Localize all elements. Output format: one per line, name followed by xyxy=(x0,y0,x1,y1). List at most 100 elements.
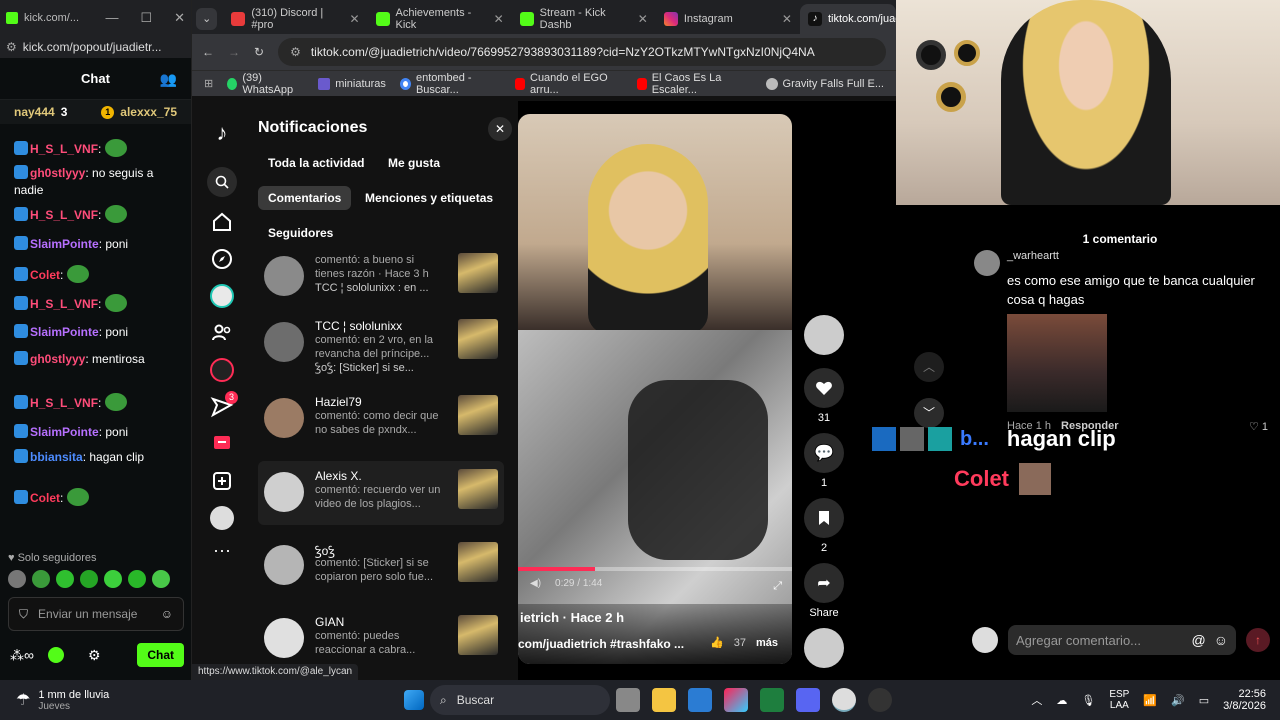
notification-item[interactable]: TCC ¦ sololunixx comentó: en 2 vro, en l… xyxy=(258,311,504,375)
chat-username[interactable]: Colet xyxy=(30,491,60,505)
bookmark-entombed[interactable]: entombed - Buscar... xyxy=(399,72,501,96)
video-thumbnail[interactable] xyxy=(458,319,498,359)
chat-username[interactable]: H_S_L_VNF xyxy=(30,396,98,410)
mic-icon[interactable]: 🎙 xyxy=(1081,694,1095,707)
avatar[interactable] xyxy=(972,627,998,653)
start-icon[interactable] xyxy=(404,690,424,710)
back-icon[interactable]: ← xyxy=(202,45,214,59)
obs-icon[interactable] xyxy=(868,688,892,712)
messages-icon[interactable] xyxy=(210,432,234,456)
avatar[interactable] xyxy=(974,250,1000,276)
video-thumbnail[interactable] xyxy=(458,253,498,293)
video-player[interactable]: ◀) 0:29 / 1:44 ⤢ ietrich · Hace 2 h com/… xyxy=(518,114,792,664)
chat-username[interactable]: bbiansita xyxy=(30,450,83,464)
close-tab-icon[interactable]: ✕ xyxy=(638,12,648,26)
discord-icon[interactable] xyxy=(796,688,820,712)
pinned-name[interactable]: nay444 xyxy=(14,105,55,119)
avatar[interactable] xyxy=(264,322,304,362)
chat-input[interactable]: ⛉ Enviar un mensaje ☺ xyxy=(8,597,184,631)
share-button[interactable]: ➦ Share xyxy=(804,563,844,619)
volume-icon[interactable]: ◀) xyxy=(530,578,541,589)
chat-username[interactable]: SlaimPointe xyxy=(30,325,99,339)
reload-icon[interactable]: ↻ xyxy=(254,45,264,59)
fullscreen-icon[interactable]: ⤢ xyxy=(773,580,782,593)
inbox-icon[interactable]: 3 xyxy=(210,391,238,419)
bookmark-ego[interactable]: Cuando el EGO arru... xyxy=(514,72,623,96)
sound-avatar[interactable] xyxy=(804,628,844,672)
close-panel-icon[interactable]: ✕ xyxy=(488,117,512,141)
upload-icon[interactable] xyxy=(210,469,234,493)
apps-icon[interactable]: ⊞ xyxy=(204,77,213,90)
task-view-icon[interactable] xyxy=(616,688,640,712)
onedrive-icon[interactable]: ☁ xyxy=(1056,694,1067,707)
more-icon[interactable]: ··· xyxy=(210,541,234,567)
save-button[interactable]: 2 xyxy=(804,498,844,554)
emote-icon[interactable] xyxy=(80,570,98,588)
notification-item[interactable]: Alexis X. comentó: recuerdo ver un video… xyxy=(258,461,504,525)
tab-search-icon[interactable]: ⌄ xyxy=(196,8,218,30)
pinned-name-2[interactable]: alexxx_75 xyxy=(120,105,177,119)
emote-icon[interactable] xyxy=(32,570,50,588)
tab-discord[interactable]: (310) Discord | #pro ✕ xyxy=(223,4,367,34)
close-tab-icon[interactable]: ✕ xyxy=(349,12,359,26)
chat-username[interactable]: gh0stlyyy xyxy=(30,352,85,366)
users-icon[interactable]: 👥 xyxy=(160,71,177,88)
live-icon[interactable] xyxy=(210,358,234,382)
site-info-icon[interactable]: ⚙ xyxy=(290,45,301,59)
chevron-up-icon[interactable]: ︿ xyxy=(1031,692,1042,708)
home-icon[interactable] xyxy=(210,210,234,234)
filter-followers[interactable]: Seguidores xyxy=(258,221,343,245)
add-comment-input[interactable]: Agregar comentario... @ ☺ xyxy=(1008,625,1236,655)
notification-item[interactable]: Haziel79 comentó: como decir que no sabe… xyxy=(258,387,504,451)
notification-item[interactable]: ꝢoꝢ comentó: [Sticker] si se copiaron pe… xyxy=(258,534,504,598)
emote-icon[interactable] xyxy=(104,570,122,588)
like-button[interactable]: 31 xyxy=(804,368,844,424)
video-thumbnail[interactable] xyxy=(458,542,498,582)
notification-item[interactable]: GIAN comentó: puedes reaccionar a cabra.… xyxy=(258,607,504,671)
filter-comments[interactable]: Comentarios xyxy=(258,186,352,210)
language-indicator[interactable]: ESP LAA xyxy=(1109,689,1129,711)
close-icon[interactable]: ✕ xyxy=(174,10,185,26)
video-progress-track[interactable] xyxy=(518,567,792,571)
infinity-icon[interactable]: ⁂∞ xyxy=(10,647,34,664)
emote-icon[interactable] xyxy=(56,570,74,588)
tab-tiktok[interactable]: ♪ tiktok.com/juad xyxy=(799,4,896,34)
gear-icon[interactable]: ⚙ xyxy=(88,647,101,664)
chat-username[interactable]: Colet xyxy=(30,268,60,282)
battery-icon[interactable]: ▭ xyxy=(1199,694,1209,707)
clock[interactable]: 22:56 3/8/2026 xyxy=(1223,688,1266,712)
profile-avatar-icon[interactable] xyxy=(210,506,234,530)
bookmark-whatsapp[interactable]: (39) WhatsApp xyxy=(227,72,304,96)
word-icon[interactable] xyxy=(688,688,712,712)
emote-icon[interactable] xyxy=(8,570,26,588)
explorer-icon[interactable] xyxy=(652,688,676,712)
close-tab-icon[interactable]: ✕ xyxy=(782,12,792,26)
kick-url-bar[interactable]: ⚙ kick.com/popout/juadietr... xyxy=(0,36,191,58)
post-comment-icon[interactable]: ↑ xyxy=(1246,628,1270,652)
filter-likes[interactable]: Me gusta xyxy=(378,151,450,175)
search-icon[interactable] xyxy=(207,167,237,197)
filter-all-activity[interactable]: Toda la actividad xyxy=(258,151,374,175)
bookmark-caos[interactable]: El Caos Es La Escaler... xyxy=(636,72,752,96)
mention-icon[interactable]: @ xyxy=(1191,632,1205,648)
excel-icon[interactable] xyxy=(760,688,784,712)
chrome-icon[interactable] xyxy=(832,688,856,712)
video-author[interactable]: ietrich · Hace 2 h xyxy=(520,610,624,625)
avatar[interactable] xyxy=(264,256,304,296)
taskbar-search[interactable]: ⌕ Buscar xyxy=(430,685,610,715)
following-avatar-icon[interactable] xyxy=(210,284,234,308)
copilot-icon[interactable] xyxy=(724,688,748,712)
chat-username[interactable]: gh0stlyyy xyxy=(30,166,85,180)
minimize-icon[interactable]: — xyxy=(105,10,118,26)
avatar[interactable] xyxy=(264,545,304,585)
chat-username[interactable]: H_S_L_VNF xyxy=(30,142,98,156)
emote-icon[interactable] xyxy=(128,570,146,588)
video-thumbnail[interactable] xyxy=(458,615,498,655)
wifi-icon[interactable]: 📶 xyxy=(1143,694,1157,707)
weather-widget[interactable]: ☂ 1 mm de lluvia Jueves xyxy=(16,689,356,712)
comment-button[interactable]: 💬 1 xyxy=(804,433,844,489)
prev-video-icon[interactable]: ︿ xyxy=(914,352,944,382)
avatar[interactable] xyxy=(264,472,304,512)
explore-icon[interactable] xyxy=(210,247,234,271)
emoji-icon[interactable]: ☺ xyxy=(161,607,173,621)
